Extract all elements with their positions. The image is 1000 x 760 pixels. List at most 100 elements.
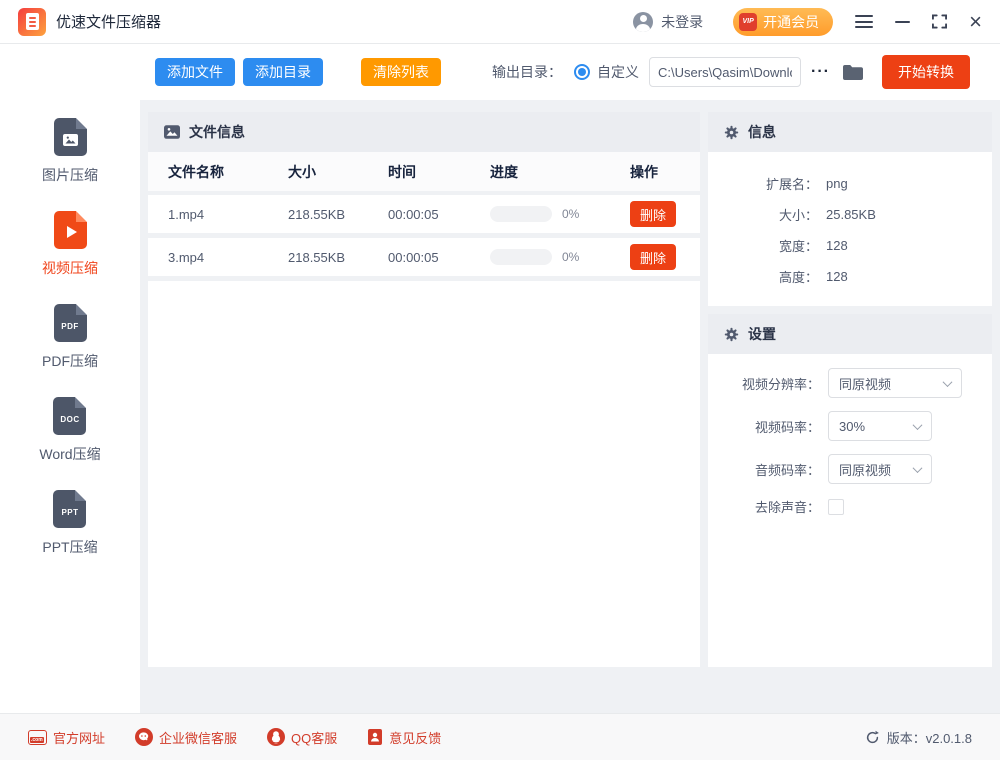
chevron-down-icon: [913, 463, 923, 473]
wechat-service-link[interactable]: 企业微信客服: [135, 728, 237, 747]
chevron-down-icon: [943, 377, 953, 387]
resolution-value: 同原视频: [839, 374, 891, 393]
app-title: 优速文件压缩器: [56, 11, 161, 32]
width-value: 128: [826, 238, 848, 253]
pdf-badge: PDF: [61, 322, 79, 331]
output-directory-group: 输出目录： 自定义 ··· 开始转换: [492, 55, 970, 89]
audio-bitrate-select[interactable]: 同原视频: [828, 454, 932, 484]
chevron-down-icon: [913, 420, 923, 430]
menu-button[interactable]: [855, 15, 873, 28]
info-row: 宽度： 128: [708, 230, 992, 261]
resolution-select[interactable]: 同原视频: [828, 368, 962, 398]
gear-icon: [724, 125, 739, 140]
col-filename: 文件名称: [168, 162, 288, 182]
feedback-icon: [367, 728, 383, 746]
col-progress: 进度: [490, 162, 630, 182]
output-path-input[interactable]: [649, 57, 801, 87]
qq-service-link[interactable]: QQ客服: [267, 728, 337, 747]
table-row: 3.mp4 218.55KB 00:00:05 0% 删除: [148, 238, 700, 281]
sidebar-item-video-compress[interactable]: 视频压缩: [42, 211, 98, 278]
sidebar-item-image-compress[interactable]: 图片压缩: [42, 118, 98, 185]
file-size: 218.55KB: [288, 207, 388, 222]
word-file-icon: DOC: [53, 397, 86, 435]
video-file-icon: [54, 211, 87, 249]
file-info-panel: 文件信息 文件名称 大小 时间 进度 操作 1.mp4 218.55KB 00:…: [148, 112, 700, 667]
add-file-button[interactable]: 添加文件: [155, 58, 235, 86]
browse-more-button[interactable]: ···: [811, 63, 830, 81]
add-directory-button[interactable]: 添加目录: [243, 58, 323, 86]
info-row: 高度： 128: [708, 261, 992, 292]
progress-percent: 0%: [562, 250, 579, 264]
ppt-badge: PPT: [61, 508, 78, 517]
wechat-icon: [135, 728, 153, 746]
sidebar-item-label: Word压缩: [39, 444, 100, 464]
vip-icon: VIP: [739, 13, 757, 31]
feedback-link[interactable]: 意见反馈: [367, 728, 441, 747]
wechat-service-label: 企业微信客服: [159, 728, 237, 747]
video-bitrate-select[interactable]: 30%: [828, 411, 932, 441]
settings-title: 设置: [748, 324, 776, 344]
dot-com-label: .com: [30, 737, 44, 743]
settings-header: 设置: [708, 314, 992, 354]
main-area: 文件信息 文件名称 大小 时间 进度 操作 1.mp4 218.55KB 00:…: [140, 100, 1000, 713]
website-icon: .com: [28, 730, 47, 745]
open-folder-button[interactable]: [842, 64, 864, 81]
qq-service-label: QQ客服: [291, 728, 337, 747]
sidebar: 图片压缩 视频压缩 PDF PDF压缩 DOC Word压缩 PPT PPT压缩: [0, 44, 140, 713]
close-button[interactable]: ×: [969, 13, 982, 31]
ext-label: 扩展名：: [708, 174, 818, 193]
size-value: 25.85KB: [826, 207, 876, 222]
col-time: 时间: [388, 162, 490, 182]
start-convert-button[interactable]: 开始转换: [882, 55, 970, 89]
height-value: 128: [826, 269, 848, 284]
info-row: 扩展名： png: [708, 168, 992, 199]
section-gap: [708, 306, 992, 314]
app-window: 优速文件压缩器 未登录 VIP 开通会员 ×: [0, 0, 1000, 760]
maximize-button[interactable]: [932, 14, 947, 29]
video-bitrate-label: 视频码率：: [708, 417, 820, 436]
mute-row: 去除声音：: [708, 497, 992, 516]
width-label: 宽度：: [708, 236, 818, 255]
minimize-button[interactable]: [895, 21, 910, 23]
custom-radio[interactable]: [574, 64, 590, 80]
clear-list-button[interactable]: 清除列表: [361, 58, 441, 86]
mute-checkbox[interactable]: [828, 499, 844, 515]
settings-body: 视频分辨率： 同原视频 视频码率： 30%: [708, 354, 992, 667]
footer: .com 官方网址 企业微信客服 QQ客服: [0, 713, 1000, 760]
titlebar-actions: 未登录 VIP 开通会员 ×: [633, 8, 982, 36]
output-directory-label: 输出目录：: [492, 62, 562, 82]
user-avatar-icon[interactable]: [633, 12, 653, 32]
sidebar-item-label: 图片压缩: [42, 165, 98, 185]
qq-icon: [267, 728, 285, 746]
file-time: 00:00:05: [388, 250, 490, 265]
progress-cell: 0%: [490, 249, 630, 265]
sidebar-item-pdf-compress[interactable]: PDF PDF压缩: [42, 304, 98, 371]
play-glyph-icon: [67, 226, 77, 238]
info-header: 信息: [708, 112, 992, 152]
delete-button[interactable]: 删除: [630, 201, 676, 227]
content-area: 添加文件 添加目录 清除列表 输出目录： 自定义 ··· 开始转换: [140, 44, 1000, 713]
feedback-label: 意见反馈: [389, 728, 441, 747]
pdf-file-icon: PDF: [54, 304, 87, 342]
table-header-row: 文件名称 大小 时间 进度 操作: [148, 152, 700, 195]
progress-cell: 0%: [490, 206, 630, 222]
sidebar-item-ppt-compress[interactable]: PPT PPT压缩: [42, 490, 97, 557]
login-status[interactable]: 未登录: [661, 12, 703, 32]
file-size: 218.55KB: [288, 250, 388, 265]
video-bitrate-value: 30%: [839, 419, 865, 434]
resolution-row: 视频分辨率： 同原视频: [708, 368, 992, 398]
refresh-icon[interactable]: [865, 730, 880, 745]
audio-bitrate-row: 音频码率： 同原视频: [708, 454, 992, 484]
ext-value: png: [826, 176, 848, 191]
resolution-label: 视频分辨率：: [708, 374, 820, 393]
sidebar-item-label: 视频压缩: [42, 258, 98, 278]
vip-button[interactable]: VIP 开通会员: [733, 8, 833, 36]
col-action: 操作: [630, 162, 700, 182]
custom-radio-label: 自定义: [597, 62, 639, 82]
vip-button-label: 开通会员: [763, 12, 819, 32]
col-size: 大小: [288, 162, 388, 182]
delete-button[interactable]: 删除: [630, 244, 676, 270]
official-website-link[interactable]: .com 官方网址: [28, 728, 105, 747]
sidebar-item-word-compress[interactable]: DOC Word压缩: [39, 397, 100, 464]
close-icon: ×: [969, 13, 982, 31]
